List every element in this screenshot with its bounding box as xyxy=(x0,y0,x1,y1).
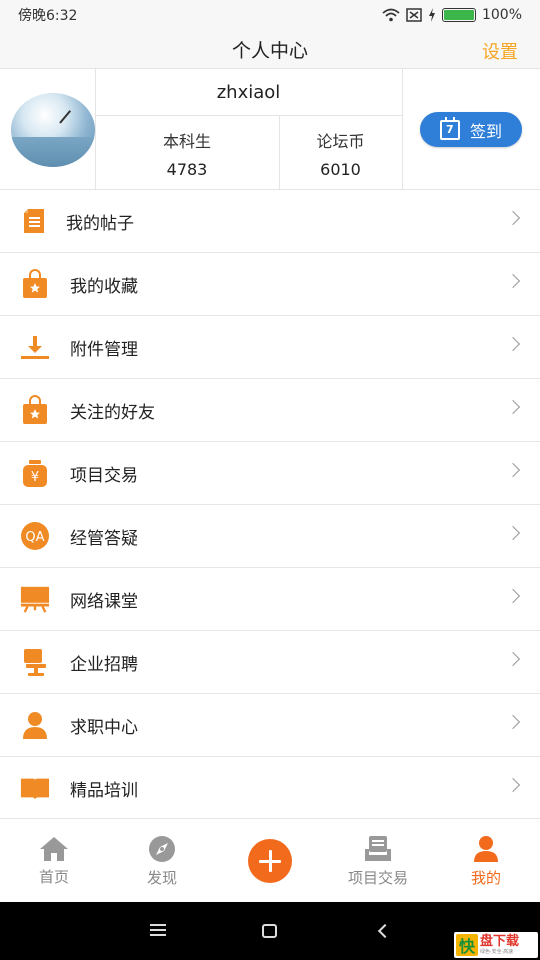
menu-item-online-classroom[interactable]: 网络课堂 xyxy=(0,568,540,631)
tab-project-trading[interactable]: 项目交易 xyxy=(324,819,432,903)
stat-label: 论坛币 xyxy=(316,132,365,151)
tab-label: 我的 xyxy=(470,868,501,887)
shopping-bag-star-icon xyxy=(20,395,50,425)
menu-item-label: 我的帖子 xyxy=(66,213,134,234)
battery-icon xyxy=(441,8,476,22)
menu-item-job-center[interactable]: 求职中心 xyxy=(0,694,540,757)
stat-forum-coins: 论坛币 6010 xyxy=(279,116,402,191)
header: 个人中心 设置 xyxy=(0,30,540,68)
stat-level: 本科生 4783 xyxy=(95,116,279,191)
watermark-subtext: 绿色·安全·高速 xyxy=(480,949,514,955)
tab-label: 发现 xyxy=(146,868,177,887)
stat-label: 本科生 xyxy=(162,132,211,151)
screen: 傍晚6:32 100% 个人中心 设置 zhxiaol 本科生 4783 论坛币… xyxy=(0,0,540,960)
chevron-right-icon xyxy=(505,336,521,352)
office-chair-icon xyxy=(20,647,50,677)
bottom-tab-bar: 首页 发现 项目交易 我的 xyxy=(0,818,540,902)
menu-item-recruitment[interactable]: 企业招聘 xyxy=(0,631,540,694)
home-button-icon[interactable] xyxy=(262,924,277,938)
status-time: 傍晚6:32 xyxy=(18,8,78,24)
stat-value: 6010 xyxy=(320,160,361,179)
profile-card: zhxiaol 本科生 4783 论坛币 6010 7 签到 xyxy=(0,68,540,191)
back-icon[interactable] xyxy=(377,923,393,939)
qa-icon: QA xyxy=(20,521,50,551)
wifi-icon xyxy=(382,8,400,22)
compass-icon xyxy=(149,835,175,862)
chevron-right-icon xyxy=(505,777,521,793)
menu-item-followed-friends[interactable]: 关注的好友 xyxy=(0,379,540,442)
chevron-right-icon xyxy=(505,462,521,478)
menu-item-label: 求职中心 xyxy=(70,717,138,738)
page-title: 个人中心 xyxy=(231,39,308,62)
calendar-icon: 7 xyxy=(439,116,460,140)
home-icon xyxy=(40,836,68,861)
menu-item-label: 关注的好友 xyxy=(70,402,155,423)
tab-mine[interactable]: 我的 xyxy=(432,819,540,903)
avatar[interactable] xyxy=(11,93,95,167)
stack-icon xyxy=(365,835,391,861)
svg-text:¥: ¥ xyxy=(31,470,39,485)
watermark-logo: 快 盘下载 绿色·安全·高速 xyxy=(454,932,538,958)
tab-discover[interactable]: 发现 xyxy=(108,819,216,903)
chevron-right-icon xyxy=(505,651,521,667)
chevron-right-icon xyxy=(505,399,521,415)
battery-level: 100% xyxy=(481,7,522,23)
chevron-right-icon xyxy=(505,525,521,541)
menu-item-label: 企业招聘 xyxy=(70,654,138,675)
download-icon xyxy=(20,332,50,362)
signin-button[interactable]: 7 签到 xyxy=(420,112,522,147)
menu-item-qa[interactable]: QA 经管答疑 xyxy=(0,505,540,568)
menu-item-label: 网络课堂 xyxy=(70,591,138,612)
tab-label: 项目交易 xyxy=(347,868,408,887)
stat-value: 4783 xyxy=(166,160,208,179)
shopping-bag-star-icon xyxy=(20,269,50,299)
document-icon xyxy=(20,206,50,236)
menu-item-label: 项目交易 xyxy=(70,465,138,486)
signin-label: 签到 xyxy=(469,121,502,141)
menu-item-label: 我的收藏 xyxy=(70,276,138,297)
chevron-right-icon xyxy=(505,210,521,226)
add-icon xyxy=(248,839,292,883)
settings-button[interactable]: 设置 xyxy=(482,38,518,64)
menu-item-project-trading[interactable]: ¥ 项目交易 xyxy=(0,442,540,505)
chevron-right-icon xyxy=(505,273,521,289)
menu-item-label: 附件管理 xyxy=(70,339,138,360)
status-icons: 100% xyxy=(382,7,522,23)
chevron-right-icon xyxy=(505,714,521,730)
menu-item-favorites[interactable]: 我的收藏 xyxy=(0,253,540,316)
chevron-right-icon xyxy=(505,588,521,604)
watermark-text: 盘下载 xyxy=(480,934,520,949)
tab-label: 首页 xyxy=(38,867,69,886)
svg-text:QA: QA xyxy=(25,530,44,545)
tab-home[interactable]: 首页 xyxy=(0,819,108,903)
menu-item-label: 精品培训 xyxy=(70,780,138,801)
status-bar: 傍晚6:32 100% xyxy=(0,0,540,30)
sim-off-icon xyxy=(406,8,422,22)
tab-add[interactable] xyxy=(216,819,324,903)
menu-item-label: 经管答疑 xyxy=(70,528,138,549)
presentation-board-icon xyxy=(20,584,50,614)
watermark-mark: 快 xyxy=(456,934,478,956)
username: zhxiaol xyxy=(95,69,402,116)
menu-item-my-posts[interactable]: 我的帖子 xyxy=(0,190,540,253)
user-icon xyxy=(20,710,50,740)
menu-item-attachments[interactable]: 附件管理 xyxy=(0,316,540,379)
menu-item-training[interactable]: 精品培训 xyxy=(0,757,540,820)
menu-list: 我的帖子 我的收藏 附件管理 关注的好友 ¥ 项目交易 QA 经管答疑 网络课堂… xyxy=(0,190,540,820)
user-icon xyxy=(474,835,498,862)
menu-icon[interactable] xyxy=(150,924,166,936)
money-bag-icon: ¥ xyxy=(20,458,50,488)
system-nav-bar: 快 盘下载 绿色·安全·高速 xyxy=(0,902,540,960)
open-book-icon xyxy=(20,773,50,803)
charging-icon xyxy=(428,8,435,22)
